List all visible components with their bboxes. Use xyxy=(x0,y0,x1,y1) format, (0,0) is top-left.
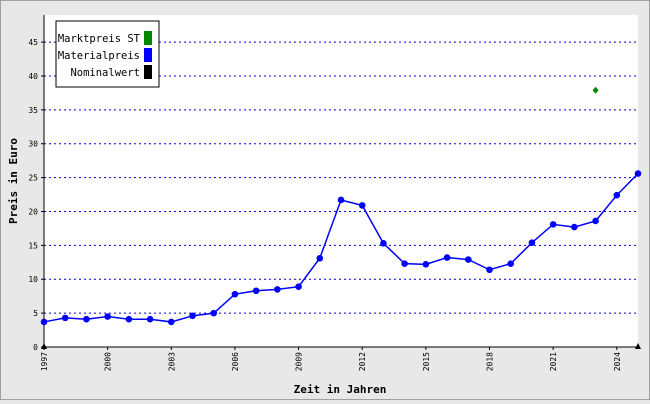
y-tick-label-0: 0 xyxy=(33,343,38,352)
x-tick-label-1997: 1997 xyxy=(40,352,49,371)
y-tick-label-40: 40 xyxy=(28,72,38,81)
x-tick-labels: 1997 2000 2003 2006 2009 2012 2015 2018 2021 2024 xyxy=(40,347,622,371)
y-tick-label-5: 5 xyxy=(33,309,38,318)
data-point-1-25 xyxy=(571,223,578,231)
y-tick-labels: 0 5 10 15 20 25 30 35 40 45 xyxy=(28,38,38,352)
legend-label-1: Materialpreis xyxy=(58,50,140,62)
data-point-1-23 xyxy=(528,239,536,246)
data-point-1-6 xyxy=(167,318,175,326)
data-point-1-17 xyxy=(401,260,408,267)
price-chart: 0 5 10 15 20 25 30 35 40 45 1997 2000 2003 2006 2009 2… xyxy=(7,15,642,396)
x-tick-label-2009: 2009 xyxy=(295,352,304,371)
legend-label-2: Nominalwert xyxy=(70,67,140,79)
data-point-1-10 xyxy=(252,287,260,295)
y-tick-label-20: 20 xyxy=(28,207,38,216)
data-point-1-28 xyxy=(634,170,642,177)
data-point-1-24 xyxy=(549,221,557,228)
data-point-1-4 xyxy=(125,315,133,323)
data-point-1-26 xyxy=(592,217,599,225)
legend-swatch-0 xyxy=(144,31,152,45)
x-tick-label-2024: 2024 xyxy=(613,352,622,371)
x-tick-label-2006: 2006 xyxy=(231,352,240,371)
data-point-1-2 xyxy=(83,315,90,323)
x-tick-label-2012: 2012 xyxy=(358,352,367,371)
data-point-1-9 xyxy=(231,290,239,298)
data-point-1-14 xyxy=(337,196,345,204)
data-point-1-5 xyxy=(146,315,154,323)
data-point-1-3 xyxy=(104,313,111,320)
x-tick-label-2018: 2018 xyxy=(486,352,495,371)
y-tick-label-10: 10 xyxy=(28,275,38,284)
x-tick-label-2000: 2000 xyxy=(104,352,113,371)
data-point-1-1 xyxy=(61,314,69,322)
legend-swatch-2 xyxy=(144,65,152,79)
y-tick-label-30: 30 xyxy=(28,140,38,149)
data-point-1-22 xyxy=(507,260,515,267)
x-tick-label-2021: 2021 xyxy=(549,352,558,371)
chart-frame: 0 5 10 15 20 25 30 35 40 45 1997 2000 2003 2006 2009 2… xyxy=(0,0,650,400)
data-point-1-12 xyxy=(295,283,302,290)
data-point-1-8 xyxy=(210,309,218,317)
data-point-1-21 xyxy=(486,266,493,274)
legend-label-0: Marktpreis ST xyxy=(58,33,141,45)
x-axis-label: Zeit in Jahren xyxy=(294,383,387,396)
y-tick-label-35: 35 xyxy=(28,106,38,115)
x-tick-label-2003: 2003 xyxy=(167,352,176,371)
data-point-1-27 xyxy=(613,191,621,199)
y-tick-label-25: 25 xyxy=(28,174,38,183)
data-point-1-16 xyxy=(380,240,387,247)
data-point-1-15 xyxy=(358,202,366,209)
data-point-1-7 xyxy=(189,312,196,320)
data-point-1-20 xyxy=(464,256,472,263)
data-point-1-0 xyxy=(40,318,48,326)
y-axis-label: Preis in Euro xyxy=(7,138,20,224)
legend-swatch-1 xyxy=(144,48,152,62)
y-tick-label-45: 45 xyxy=(28,38,38,47)
data-point-1-11 xyxy=(274,286,281,293)
legend: Marktpreis ST Materialpreis Nominalwert xyxy=(55,20,160,88)
y-tick-label-15: 15 xyxy=(28,241,38,250)
data-point-1-13 xyxy=(316,254,324,262)
data-point-1-19 xyxy=(443,254,451,261)
data-point-1-18 xyxy=(422,261,430,268)
x-tick-label-2015: 2015 xyxy=(422,352,431,371)
